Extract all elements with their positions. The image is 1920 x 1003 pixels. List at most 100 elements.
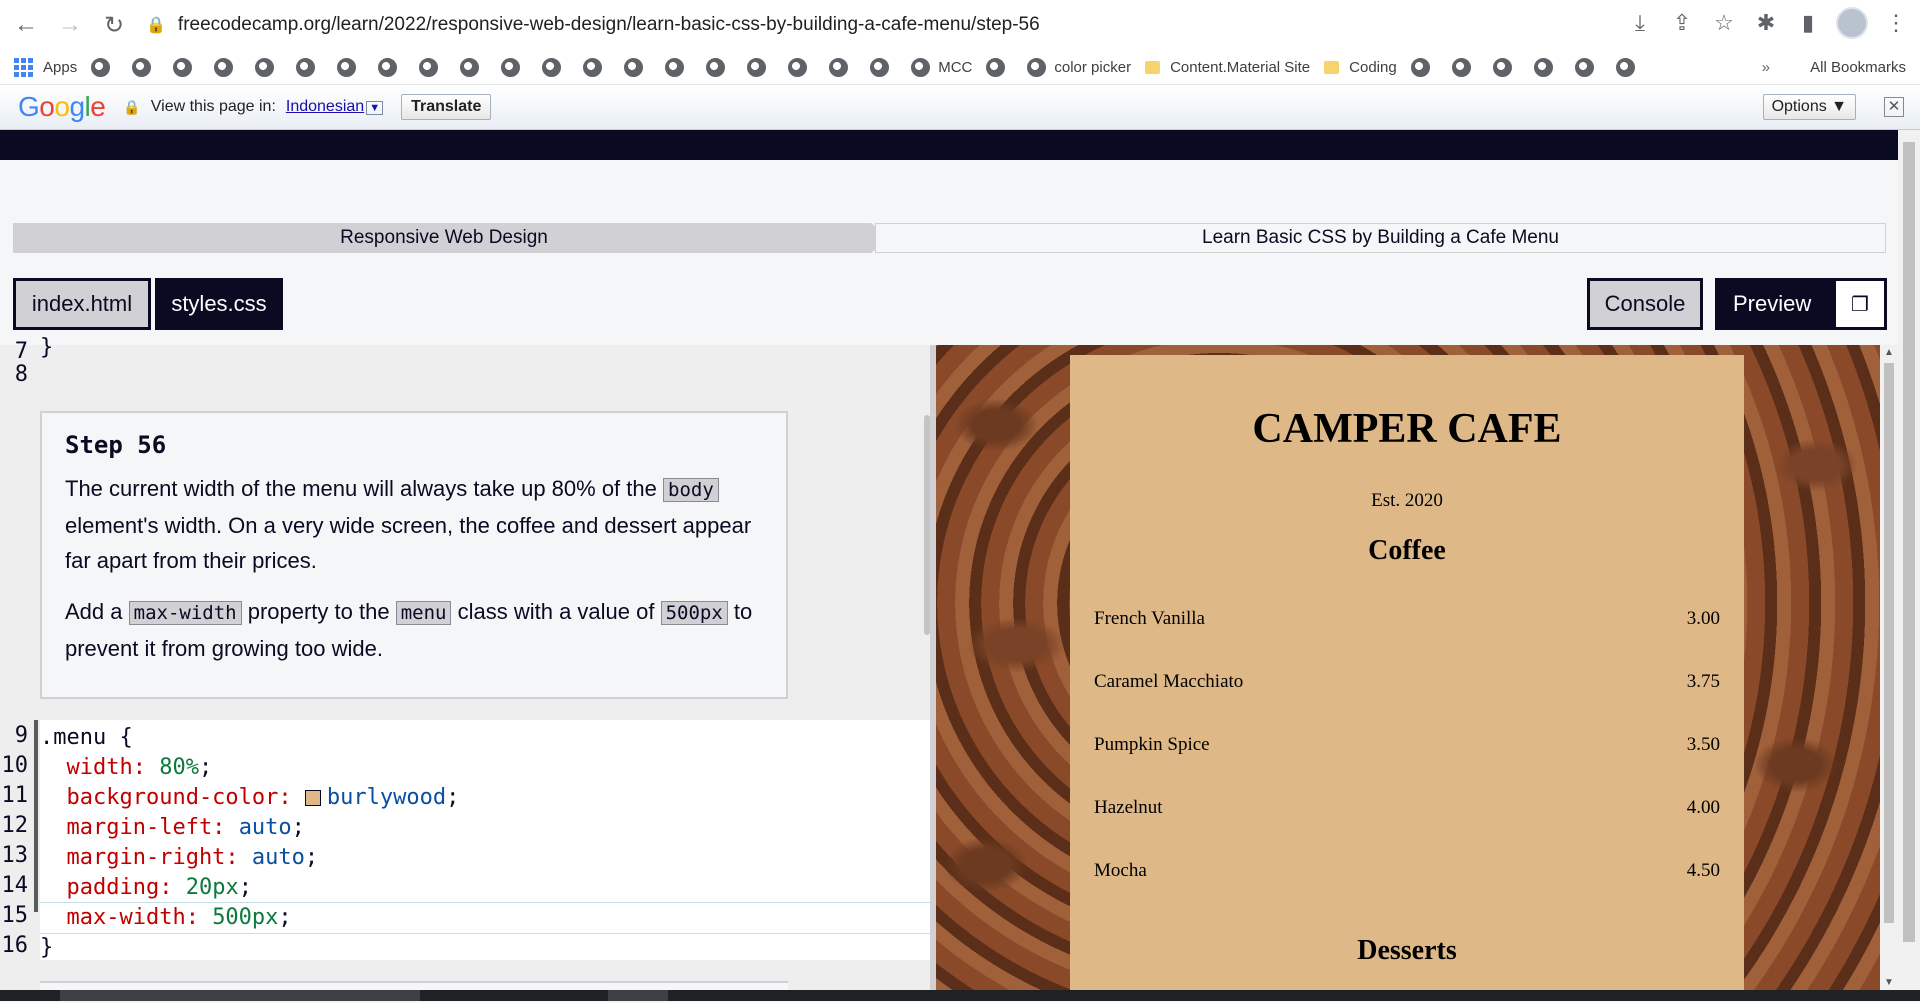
css-property: background-color: [40, 785, 305, 810]
line-number: 8 [14, 362, 28, 387]
editable-code-region[interactable]: .menu { width: 80%; background-color: bu… [40, 720, 930, 960]
color-swatch-icon[interactable] [304, 790, 321, 806]
bookmark-9[interactable] [419, 57, 446, 77]
code-line[interactable]: padding: 20px; [40, 873, 251, 903]
apps-grid-icon [14, 57, 33, 77]
code-line[interactable]: margin-right: auto; [40, 843, 318, 873]
breadcrumb-block[interactable]: Learn Basic CSS by Building a Cafe Menu [875, 223, 1886, 253]
line-number: 12 [1, 813, 29, 838]
bookmark-16[interactable] [706, 57, 733, 77]
bookmark-17[interactable] [747, 57, 774, 77]
profile-avatar[interactable] [1836, 7, 1868, 39]
breadcrumb: Responsive Web Design Learn Basic CSS by… [13, 223, 1886, 253]
bookmark-1[interactable] [91, 57, 118, 77]
flavor: Caramel Macchiato [1094, 671, 1244, 692]
bookmark-content-material[interactable]: Content.Material Site [1145, 59, 1310, 76]
bookmark-26[interactable] [1574, 57, 1602, 77]
breadcrumb-superblock[interactable]: Responsive Web Design [13, 223, 875, 253]
code-brace: } [40, 935, 54, 960]
lock-icon[interactable]: 🔒 [146, 15, 166, 35]
preview-button[interactable]: Preview ❐ [1715, 278, 1887, 330]
bookmark-23[interactable] [1451, 57, 1479, 77]
translate-options-button[interactable]: Options ▼ [1762, 94, 1856, 120]
bookmark-22[interactable] [1410, 57, 1438, 77]
all-bookmarks-button[interactable]: All Bookmarks [1810, 59, 1906, 76]
share-icon[interactable]: ⇪ [1668, 9, 1696, 37]
translate-button[interactable]: Translate [401, 94, 492, 120]
price: 4.50 [1686, 860, 1720, 881]
forward-arrow-icon[interactable]: → [52, 7, 88, 43]
code-line-active[interactable]: max-width: 500px; [40, 902, 930, 934]
bookmarks-overflow-button[interactable]: » [1762, 59, 1770, 76]
bookmark-24[interactable] [1492, 57, 1520, 77]
bookmark-19[interactable] [829, 57, 856, 77]
code-line[interactable]: margin-left: auto; [40, 813, 304, 843]
bookmark-15[interactable] [665, 57, 692, 77]
instruction-text: class with a value of [457, 599, 655, 624]
bookmark-star-icon[interactable]: ☆ [1710, 9, 1738, 37]
globe-icon [255, 57, 275, 77]
taskbar-item[interactable] [60, 990, 420, 1001]
scrollbar-thumb[interactable] [1884, 363, 1894, 923]
bookmark-4[interactable] [214, 57, 241, 77]
bookmark-color-picker[interactable]: color picker [1027, 57, 1131, 77]
bookmark-10[interactable] [460, 57, 487, 77]
bookmark-mcc[interactable]: MCC [911, 57, 972, 77]
bookmark-5[interactable] [255, 57, 282, 77]
bookmark-3[interactable] [173, 57, 200, 77]
language-select[interactable]: Indonesian ▼ [286, 98, 384, 116]
menu-kebab-icon[interactable]: ⋮ [1882, 9, 1910, 37]
preview-popout-icon[interactable]: ❐ [1833, 278, 1887, 330]
line-number: 10 [1, 753, 29, 778]
taskbar-item[interactable] [608, 990, 668, 1001]
url-text[interactable]: freecodecamp.org/learn/2022/responsive-w… [178, 14, 1040, 36]
fcc-navbar [0, 130, 1898, 160]
address-bar[interactable]: 🔒 freecodecamp.org/learn/2022/responsive… [146, 7, 1806, 43]
folder-icon [1324, 60, 1340, 74]
bookmark-11[interactable] [501, 57, 528, 77]
console-button[interactable]: Console [1587, 278, 1703, 330]
preview-scrollbar[interactable]: ▲ ▼ [1880, 345, 1898, 990]
bookmark-20[interactable] [870, 57, 897, 77]
tab-styles-css[interactable]: styles.css [155, 278, 283, 330]
back-arrow-icon[interactable]: ← [8, 7, 44, 43]
code-line[interactable]: .menu { [40, 723, 133, 753]
extensions-icon[interactable]: ✱ [1752, 9, 1780, 37]
globe-icon [583, 57, 603, 77]
install-icon[interactable]: ⤓ [1626, 9, 1654, 37]
bookmark-6[interactable] [296, 57, 323, 77]
scroll-down-icon[interactable]: ▼ [1884, 977, 1894, 988]
code-line[interactable]: background-color: burlywood; [40, 783, 459, 813]
code-editor[interactable]: 7 } 8 Step 56 The current width of the m… [0, 335, 930, 1003]
reload-icon[interactable]: ↻ [96, 7, 132, 43]
globe-icon [91, 57, 111, 77]
scroll-up-icon[interactable]: ▲ [1884, 347, 1894, 358]
page-scrollbar[interactable] [1898, 130, 1920, 990]
bookmark-13[interactable] [583, 57, 610, 77]
bookmark-coding[interactable]: Coding [1324, 59, 1397, 76]
price: 4.00 [1686, 797, 1720, 818]
bookmark-2[interactable] [132, 57, 159, 77]
scrollbar-thumb[interactable] [1903, 142, 1915, 942]
side-panel-icon[interactable]: ▮ [1794, 9, 1822, 37]
bookmark-18[interactable] [788, 57, 815, 77]
tab-index-html[interactable]: index.html [13, 278, 151, 330]
instruction-text: Add a [65, 599, 123, 624]
bookmark-8[interactable] [378, 57, 405, 77]
bookmark-14[interactable] [624, 57, 651, 77]
bookmark-25[interactable] [1533, 57, 1561, 77]
close-icon[interactable]: ✕ [1884, 97, 1904, 117]
code-line[interactable]: } [40, 933, 53, 963]
preview-frame[interactable]: CAMPER CAFE Est. 2020 Coffee French Vani… [936, 345, 1880, 990]
inline-code: body [663, 478, 719, 502]
code-line[interactable]: width: 80%; [40, 753, 212, 783]
bookmark-21[interactable] [986, 57, 1013, 77]
bookmark-27[interactable] [1615, 57, 1643, 77]
inline-code: max-width [128, 601, 242, 625]
bookmark-7[interactable] [337, 57, 364, 77]
bookmark-apps[interactable]: Apps [14, 57, 77, 77]
flavor: Pumpkin Spice [1094, 734, 1210, 755]
globe-icon [829, 57, 849, 77]
bookmark-12[interactable] [542, 57, 569, 77]
price: 3.75 [1686, 671, 1720, 692]
